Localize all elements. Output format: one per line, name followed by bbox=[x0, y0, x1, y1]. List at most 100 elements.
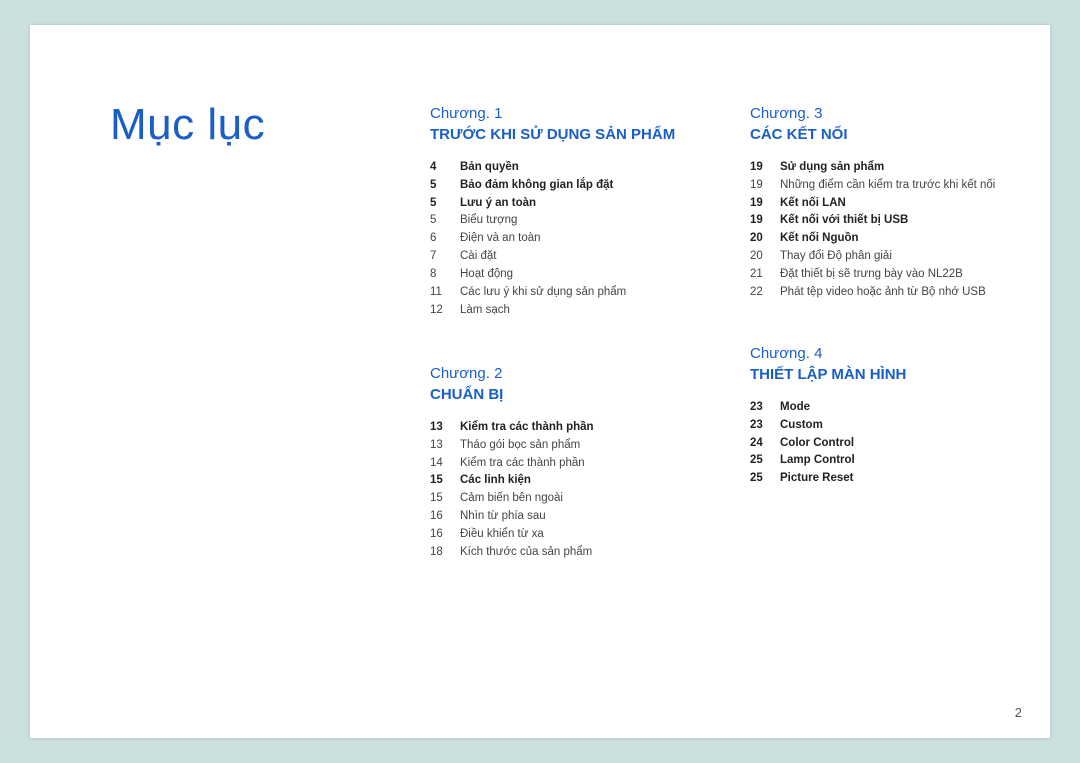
page-number: 2 bbox=[1015, 705, 1022, 720]
toc-entry-label: Các lưu ý khi sử dụng sản phẩm bbox=[460, 284, 710, 302]
toc-entries: 23Mode23Custom24Color Control25Lamp Cont… bbox=[750, 399, 1030, 488]
toc-entry-page: 23 bbox=[750, 417, 780, 435]
toc-entry: 12Làm sạch bbox=[430, 302, 710, 320]
toc-entry-label: Kết nối Nguồn bbox=[780, 230, 1030, 248]
toc-entry-label: Cảm biến bên ngoài bbox=[460, 490, 710, 508]
toc-entry: 13Tháo gói bọc sản phẩm bbox=[430, 437, 710, 455]
toc-entry-page: 7 bbox=[430, 248, 460, 266]
toc-entry-label: Kiểm tra các thành phần bbox=[460, 455, 710, 473]
toc-entry-page: 15 bbox=[430, 490, 460, 508]
toc-entry: 5Lưu ý an toàn bbox=[430, 195, 710, 213]
toc-entry-page: 13 bbox=[430, 437, 460, 455]
toc-entry-label: Mode bbox=[780, 399, 1030, 417]
toc-entry: 24Color Control bbox=[750, 435, 1030, 453]
toc-entry: 21Đặt thiết bị sẽ trưng bày vào NL22B bbox=[750, 266, 1030, 284]
toc-entry: 11Các lưu ý khi sử dụng sản phẩm bbox=[430, 284, 710, 302]
toc-entry-label: Kiểm tra các thành phần bbox=[460, 419, 710, 437]
toc-entries: 19Sử dụng sản phẩm19Những điểm cần kiểm … bbox=[750, 159, 1030, 302]
toc-entry: 19Kết nối với thiết bị USB bbox=[750, 212, 1030, 230]
chapter-title: TRƯỚC KHI SỬ DỤNG SẢN PHẨM bbox=[430, 124, 710, 145]
toc-entry-page: 19 bbox=[750, 195, 780, 213]
toc-entry-page: 18 bbox=[430, 544, 460, 562]
toc-entry: 18Kích thước của sản phẩm bbox=[430, 544, 710, 562]
toc-entry-page: 5 bbox=[430, 195, 460, 213]
toc-entry-label: Bản quyền bbox=[460, 159, 710, 177]
toc-entry-page: 16 bbox=[430, 526, 460, 544]
toc-entry: 8Hoạt động bbox=[430, 266, 710, 284]
chapter-4: Chương. 4 THIẾT LẬP MÀN HÌNH 23Mode23Cus… bbox=[750, 345, 1030, 488]
toc-entry-label: Kết nối LAN bbox=[780, 195, 1030, 213]
chapter-num: Chương. 1 bbox=[430, 105, 710, 122]
toc-entry-page: 8 bbox=[430, 266, 460, 284]
toc-entry: 5Bảo đảm không gian lắp đặt bbox=[430, 177, 710, 195]
toc-entry-label: Tháo gói bọc sản phẩm bbox=[460, 437, 710, 455]
toc-entry-label: Lamp Control bbox=[780, 452, 1030, 470]
toc-entry-page: 16 bbox=[430, 508, 460, 526]
toc-entry-label: Làm sạch bbox=[460, 302, 710, 320]
chapter-1: Chương. 1 TRƯỚC KHI SỬ DỤNG SẢN PHẨM 4Bả… bbox=[430, 105, 710, 319]
toc-entry: 4Bản quyền bbox=[430, 159, 710, 177]
document-page: Mục lục Chương. 1 TRƯỚC KHI SỬ DỤNG SẢN … bbox=[30, 25, 1050, 738]
chapter-title: THIẾT LẬP MÀN HÌNH bbox=[750, 364, 1030, 385]
toc-entry: 16Nhìn từ phía sau bbox=[430, 508, 710, 526]
toc-entry-page: 25 bbox=[750, 452, 780, 470]
chapter-num: Chương. 2 bbox=[430, 365, 710, 382]
toc-entry: 20Kết nối Nguồn bbox=[750, 230, 1030, 248]
toc-entry: 22Phát tệp video hoặc ảnh từ Bộ nhớ USB bbox=[750, 284, 1030, 302]
toc-entry: 15Các linh kiện bbox=[430, 472, 710, 490]
toc-entry: 19Sử dụng sản phẩm bbox=[750, 159, 1030, 177]
toc-entry-label: Những điểm cần kiểm tra trước khi kết nố… bbox=[780, 177, 1030, 195]
toc-entry-label: Kích thước của sản phẩm bbox=[460, 544, 710, 562]
toc-entry: 25Lamp Control bbox=[750, 452, 1030, 470]
toc-entry-page: 23 bbox=[750, 399, 780, 417]
toc-entry-label: Phát tệp video hoặc ảnh từ Bộ nhớ USB bbox=[780, 284, 1030, 302]
toc-entry-page: 20 bbox=[750, 230, 780, 248]
toc-entry-page: 19 bbox=[750, 212, 780, 230]
chapter-num: Chương. 4 bbox=[750, 345, 1030, 362]
chapter-title: CÁC KẾT NỐI bbox=[750, 124, 1030, 145]
toc-entry-page: 13 bbox=[430, 419, 460, 437]
toc-entry-page: 25 bbox=[750, 470, 780, 488]
toc-entry-page: 14 bbox=[430, 455, 460, 473]
chapter-title: CHUẨN BỊ bbox=[430, 384, 710, 405]
toc-entry: 23Mode bbox=[750, 399, 1030, 417]
toc-entry-label: Điều khiển từ xa bbox=[460, 526, 710, 544]
toc-entry: 5Biểu tượng bbox=[430, 212, 710, 230]
toc-entry: 23Custom bbox=[750, 417, 1030, 435]
toc-entry-label: Biểu tượng bbox=[460, 212, 710, 230]
page-title: Mục lục bbox=[110, 100, 265, 150]
chapter-2: Chương. 2 CHUẨN BỊ 13Kiểm tra các thành … bbox=[430, 365, 710, 562]
toc-entry: 13Kiểm tra các thành phần bbox=[430, 419, 710, 437]
toc-entry-label: Hoạt động bbox=[460, 266, 710, 284]
toc-entry: 25Picture Reset bbox=[750, 470, 1030, 488]
toc-entry-page: 24 bbox=[750, 435, 780, 453]
toc-entry-label: Kết nối với thiết bị USB bbox=[780, 212, 1030, 230]
toc-entry-label: Thay đổi Độ phân giải bbox=[780, 248, 1030, 266]
toc-entry-label: Cài đặt bbox=[460, 248, 710, 266]
toc-entry: 19Những điểm cần kiểm tra trước khi kết … bbox=[750, 177, 1030, 195]
toc-entry-page: 21 bbox=[750, 266, 780, 284]
toc-entry-page: 19 bbox=[750, 159, 780, 177]
toc-entry-page: 22 bbox=[750, 284, 780, 302]
toc-entry-label: Bảo đảm không gian lắp đặt bbox=[460, 177, 710, 195]
toc-entry: 16Điều khiển từ xa bbox=[430, 526, 710, 544]
toc-entry-label: Đặt thiết bị sẽ trưng bày vào NL22B bbox=[780, 266, 1030, 284]
toc-entries: 13Kiểm tra các thành phần13Tháo gói bọc … bbox=[430, 419, 710, 562]
toc-entry-page: 6 bbox=[430, 230, 460, 248]
toc-entry-page: 11 bbox=[430, 284, 460, 302]
toc-entry: 6Điện và an toàn bbox=[430, 230, 710, 248]
toc-entry: 15Cảm biến bên ngoài bbox=[430, 490, 710, 508]
chapter-3: Chương. 3 CÁC KẾT NỐI 19Sử dụng sản phẩm… bbox=[750, 105, 1030, 302]
toc-entry-page: 5 bbox=[430, 212, 460, 230]
toc-entry: 20Thay đổi Độ phân giải bbox=[750, 248, 1030, 266]
toc-entry-label: Sử dụng sản phẩm bbox=[780, 159, 1030, 177]
toc-entry: 14Kiểm tra các thành phần bbox=[430, 455, 710, 473]
toc-entry-page: 12 bbox=[430, 302, 460, 320]
toc-entry-page: 4 bbox=[430, 159, 460, 177]
toc-entry-label: Các linh kiện bbox=[460, 472, 710, 490]
toc-entry-label: Lưu ý an toàn bbox=[460, 195, 710, 213]
toc-entry-page: 5 bbox=[430, 177, 460, 195]
toc-entry-label: Điện và an toàn bbox=[460, 230, 710, 248]
chapter-num: Chương. 3 bbox=[750, 105, 1030, 122]
toc-entries: 4Bản quyền5Bảo đảm không gian lắp đặt5Lư… bbox=[430, 159, 710, 319]
